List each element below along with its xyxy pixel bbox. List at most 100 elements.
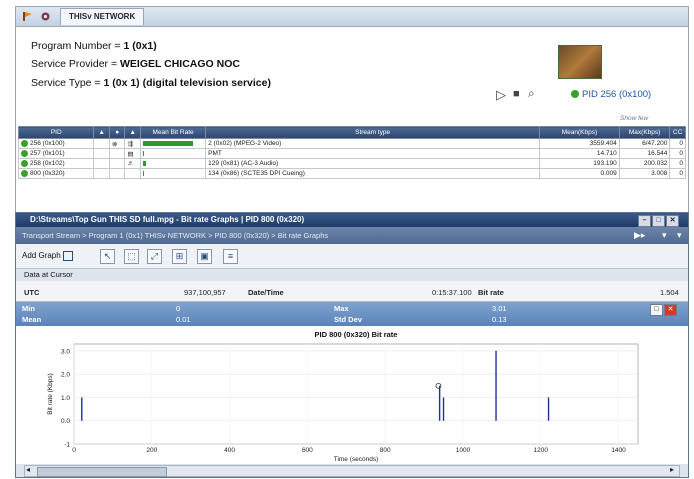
collapse-icon[interactable]: ▾ [671,227,682,244]
export-tool-icon[interactable]: ▣ [197,249,212,264]
y-tick-label: 1.0 [61,395,70,402]
minimize-button[interactable]: – [638,215,651,227]
col-cc[interactable]: CC [669,126,686,139]
y-axis-label: Bit rate (Kbps) [47,373,54,415]
audio-icon: ♬ [127,160,134,167]
cell-sort [93,158,110,169]
stddev-value: 0.13 [492,315,507,324]
scroll-right-icon[interactable]: ▸ [670,465,674,474]
cell-bitrate-bar [139,158,207,169]
cell-max: 3.008 [618,168,671,179]
video-icon: ⇶ [127,140,133,148]
x-tick-label: 600 [302,447,313,454]
settings-tool-icon[interactable]: ≡ [223,249,238,264]
video-thumbnail[interactable] [558,45,602,79]
bitrate-bar [142,170,144,176]
col-sort-icon[interactable]: ▲ [93,126,110,139]
cell-mean: 0.009 [539,168,620,179]
col-max-kbps[interactable]: Max(Kbps) [618,126,671,139]
fit-tool-icon[interactable]: ⤢ [147,249,162,264]
status-dot-icon [21,149,28,157]
x-axis-label: Time (seconds) [334,456,379,463]
cell-pid: 257 (0x101) [17,148,95,159]
play-icon[interactable]: ▷ [496,87,506,103]
y-tick-label: -1 [64,442,70,449]
program-number-line: Program Number = 1 (0x1) [31,40,157,52]
pid-link[interactable]: PID 256 (0x100) [571,89,651,100]
cursor-data-row: UTC 937,100,957 Date/Time 0:15:37.100 Bi… [16,281,688,302]
y-tick-label: 2.0 [61,372,70,379]
utc-label: UTC [24,288,40,297]
flag-icon[interactable] [22,11,33,22]
min-value: 0 [176,304,181,313]
stats-bar: Min 0 Max 3.01 Mean 0.01 Std Dev 0.13 □ … [16,302,688,326]
cell-status: ⊗ [109,138,126,149]
cell-stream-type: PMT [205,148,541,159]
table-row[interactable]: 256 (0x100) ⊗ ⇶ 2 (0x02) (MPEG-2 Video) 3559… [17,138,686,149]
max-label: Max [334,304,349,313]
restore-panel-button[interactable]: □ [650,304,663,316]
col-mean-kbps[interactable]: Mean(Kbps) [539,126,620,139]
cell-max: 16.544 [618,148,671,159]
plot-area[interactable] [73,343,639,445]
bitrate-graph-window: D:\Streams\Top Gun THIS SD full.mpg - Bi… [15,212,689,478]
stddev-label: Std Dev [334,315,362,324]
cell-bitrate-bar [139,168,207,179]
bitrate-value: 1.504 [660,288,679,297]
service-type-line: Service Type = 1 (0x 1) (digital televis… [31,77,271,89]
gear-icon[interactable] [40,11,51,22]
add-graph-button[interactable]: Add Graph [22,251,73,261]
cell-mean: 14.710 [539,148,620,159]
cell-cc: 0 [669,158,686,169]
cell-sort [93,168,110,179]
bitrate-bar [142,150,144,156]
col-lock-icon[interactable]: ▲ [124,126,141,139]
status-icon: ⊗ [111,140,118,148]
close-panel-button[interactable]: ✕ [664,304,677,316]
close-button[interactable]: ✕ [666,215,679,227]
cell-pid: 800 (0x320) [17,168,95,179]
cell-max: 200.032 [618,158,671,169]
status-dot-icon [21,169,28,177]
table-row[interactable]: 258 (0x102) ♬ 129 (0x81) (AC-3 Audio) 193.1… [17,158,686,169]
program-tab-bar: THISv NETWORK [16,7,688,27]
table-row[interactable]: 800 (0x320) 134 (0x86) (SCTE35 DPI Cueing… [17,168,686,179]
cell-cc: 0 [669,148,686,159]
maximize-button[interactable]: □ [652,215,665,227]
tab-program[interactable]: THISv NETWORK [60,8,145,25]
bitrate-chart[interactable]: PID 800 (0x320) Bit rate 3.0 2.0 1.0 0.0 -1 0 2… [16,326,688,464]
cell-stream-type: 2 (0x02) (MPEG-2 Video) [205,138,541,149]
pointer-tool-icon[interactable]: ↖ [100,249,115,264]
cell-bitrate-bar [139,138,207,149]
table-row[interactable]: 257 (0x101) ▤ PMT 14.710 16.544 0 [17,148,686,159]
x-tick-label: 0 [72,447,76,454]
service-provider-line: Service Provider = WEIGEL CHICAGO NOC [31,58,240,70]
grid-tool-icon[interactable]: ⊞ [172,249,187,264]
col-stream-type[interactable]: Stream type [205,126,541,139]
cell-bitrate-bar [139,148,207,159]
cell-type-icon: ▤ [124,148,141,159]
graph-window-titlebar[interactable]: D:\Streams\Top Gun THIS SD full.mpg - Bi… [16,213,688,227]
y-tick-label: 0.0 [61,418,70,425]
horizontal-scrollbar[interactable]: ◂ ▸ [24,465,680,477]
cell-type-icon [124,168,141,179]
cell-mean: 193.190 [539,158,620,169]
utc-value: 937,100,957 [184,288,226,297]
forward-icon[interactable]: ▶▸ [628,227,645,244]
x-tick-label: 400 [224,447,235,454]
stop-icon[interactable]: ■ [513,88,520,100]
scrollbar-thumb[interactable] [37,467,167,477]
scroll-left-icon[interactable]: ◂ [26,465,30,474]
zoom-icon[interactable]: ⌕ [528,86,535,101]
select-tool-icon[interactable]: ⬚ [124,249,139,264]
status-dot-icon [571,90,579,99]
col-mean-bit-rate[interactable]: Mean Bit Rate [139,126,207,139]
show-few-link[interactable]: Show few [620,115,648,122]
cell-stream-type: 134 (0x86) (SCTE35 DPI Cueing) [205,168,541,179]
menu-dropdown-icon[interactable]: ▾ [656,227,667,244]
cell-type-icon: ⇶ [124,138,141,149]
bitrate-chart-svg[interactable]: PID 800 (0x320) Bit rate 3.0 2.0 1.0 0.0 -10 2… [16,326,688,464]
bitrate-bar [142,160,146,166]
col-pid[interactable]: PID [17,126,95,139]
col-status-icon[interactable]: ● [109,126,126,139]
